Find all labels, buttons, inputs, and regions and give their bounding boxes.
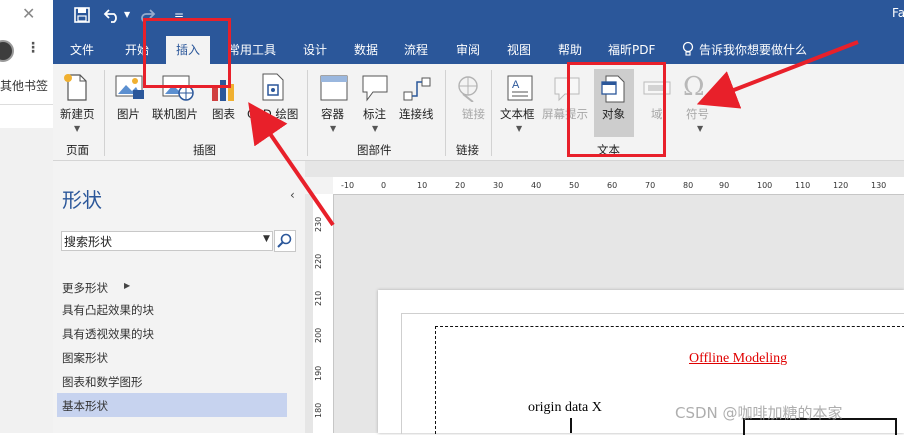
- annotation-arrows: [248, 40, 859, 227]
- annotation-arrow-right: [696, 40, 859, 109]
- annotation-arrow-left: [248, 102, 335, 227]
